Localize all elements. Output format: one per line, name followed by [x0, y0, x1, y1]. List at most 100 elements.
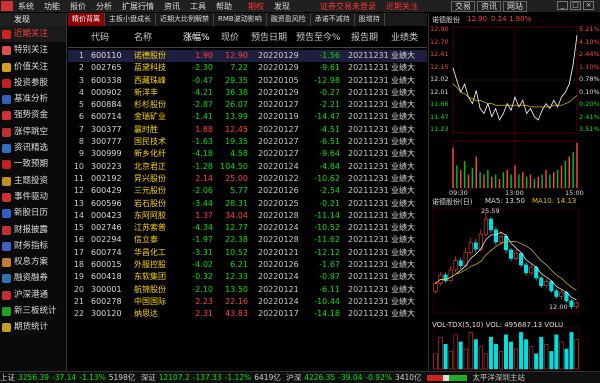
table-row[interactable]: 20 300001 航锦股份 -2.10 13.50 20220121 -6.11 20211… [68, 284, 427, 296]
tab-price-divergence[interactable]: 精价背离 [68, 13, 105, 26]
table-row[interactable]: 13 600596 岩石股份 -3.44 28.31 20220125 -0.21 20211… [68, 198, 427, 210]
sidebar-item[interactable]: 近期关注 [0, 26, 66, 43]
col-report-period[interactable]: 报告期 [351, 29, 378, 48]
cell-pct: -1.28 [192, 161, 213, 171]
sidebar-item[interactable]: 一致预期 [0, 156, 66, 172]
intraday-chart[interactable] [429, 23, 600, 203]
table-row[interactable]: 10 300223 北京君正 -1.28 104.50 20220124 -4.84 2021… [68, 161, 427, 173]
sidebar-item[interactable]: 新三板统计 [0, 303, 66, 319]
menu-item-quote[interactable]: 报价 [65, 1, 91, 12]
cell-pct: -3.44 [192, 198, 213, 208]
cell-idx: 19 [73, 272, 84, 282]
menu-item-analysis[interactable]: 分析 [91, 1, 117, 12]
table-row[interactable]: 17 600774 华昌化工 -3.31 10.52 20220121 -12.12 2021… [68, 247, 427, 259]
candle-body [488, 218, 493, 231]
table-row[interactable]: 22 300120 纳思达 2.31 43.83 20220117 -14.18 202112… [68, 308, 427, 320]
news-button[interactable]: 资讯 [477, 0, 501, 12]
minimize-button[interactable]: _ [557, 1, 568, 10]
sidebar-item[interactable]: 主题投资 [0, 173, 66, 189]
daily-kline-chart[interactable] [429, 205, 600, 373]
sidebar-item[interactable]: 强势资金 [0, 107, 66, 123]
table-row[interactable]: 15 002746 江苏索普 -4.34 12.77 20220124 -10.52 2021… [68, 222, 427, 234]
table-row[interactable]: 9 300999 新乡化纤 -4.18 4.58 20220127 -9.64 2021123… [68, 148, 427, 160]
table-row[interactable]: 14 000423 东阿阿胶 1.37 34.04 20220128 -11.14 20211… [68, 210, 427, 222]
tab-no-reduce[interactable]: 承诺不减持 [311, 13, 355, 26]
sidebar-item-icon [2, 241, 11, 251]
sidebar-item[interactable]: 涨停跳空 [0, 124, 66, 140]
table-row[interactable]: 21 600278 中国国际 2.23 22.16 20220124 -10.44 20211… [68, 296, 427, 308]
sidebar-item[interactable]: 新股日历 [0, 205, 66, 221]
col-performance-type[interactable]: 业绩类 [391, 29, 418, 48]
cell-name: 诺德股份 [134, 51, 166, 60]
col-price[interactable]: 现价 [221, 29, 239, 48]
table-row[interactable]: 5 600884 杉杉股份 -2.87 26.07 20220127 -2.21 202112… [68, 99, 427, 111]
menu-item-news[interactable]: 资讯 [159, 1, 185, 12]
sh-change: -37.14 [52, 373, 77, 382]
volume-bar [433, 353, 438, 370]
sidebar-item[interactable]: 基准分析 [0, 91, 66, 107]
sz-amount: 6419亿 [254, 373, 281, 382]
cell-pct: 1.88 [195, 124, 213, 134]
tab-rmb[interactable]: RMB波动影响 [214, 13, 267, 26]
table-row[interactable]: 8 300777 国民技术 -1.63 19.35 20220127 -6.51 202112… [68, 136, 427, 148]
tab-margin-risk[interactable]: 融资盈风险 [267, 13, 311, 26]
sidebar-item[interactable]: 期货统计 [0, 319, 66, 335]
sidebar-item[interactable]: 财报披露 [0, 222, 66, 238]
col-forecast-date[interactable]: 预告日期 [251, 29, 287, 48]
col-forecast-change[interactable]: 预告至今% [296, 29, 341, 48]
tab-small-cap-growth[interactable]: 主板小盘成长 [105, 13, 156, 26]
sidebar-item[interactable]: 资讯精选 [0, 140, 66, 156]
menu-item-system[interactable]: 系统 [13, 1, 39, 12]
sidebar-item[interactable]: 价值关注 [0, 59, 66, 75]
table-row[interactable]: 12 600429 三元股份 -2.06 5.77 20220126 -2.54 202112… [68, 185, 427, 197]
table-row[interactable]: 1 600110 诺德股份 1.90 12.90 20220129 -1.56 2021123… [68, 50, 427, 63]
col-pct[interactable]: 涨幅% [183, 29, 210, 48]
sidebar-item[interactable]: 融资融券 [0, 270, 66, 286]
cell-code: 002294 [91, 235, 122, 245]
app-window: 系统 功能 报价 分析 扩展行情 资讯 工具 帮助 期权 发现 证券交易未登录 … [0, 0, 600, 383]
col-code[interactable]: 代码 [91, 29, 109, 48]
menu-find-link[interactable]: 发现 [269, 1, 295, 12]
menu-options-link[interactable]: 期权 [243, 1, 269, 12]
table-row[interactable]: 11 002192 昇兴股份 2.14 25.00 20220122 -10.62 20211… [68, 173, 427, 185]
table-row[interactable]: 18 600015 外服控股 -4.02 6.21 20220126 -1.67 202112… [68, 259, 427, 271]
cell-pct: -4.34 [192, 223, 213, 233]
sidebar-item-icon [2, 111, 11, 121]
table-row[interactable]: 7 300377 赢时胜 1.88 12.45 20220127 -4.51 20211231… [68, 124, 427, 136]
website-button[interactable]: 网站 [503, 0, 527, 12]
col-name[interactable]: 名称 [134, 29, 152, 48]
table-row[interactable]: 16 002294 信立泰 -1.97 22.38 20220128 -11.62 20211… [68, 234, 427, 246]
candle-body [458, 260, 463, 266]
sidebar-item[interactable]: 财务指标 [0, 238, 66, 254]
cell-to: -6.11 [319, 284, 340, 294]
price-tick: 12.70 [430, 37, 449, 46]
tab-increase[interactable]: 股增持 [355, 13, 385, 26]
menu-item-help[interactable]: 帮助 [211, 1, 237, 12]
cell-name: 杉杉股份 [134, 100, 166, 110]
sidebar-item[interactable]: 投资参股 [0, 75, 66, 91]
table-row[interactable]: 4 000902 新洋丰 -4.21 36.38 20220129 -0.27 2021123… [68, 87, 427, 99]
table-row[interactable]: 3 600338 西藏珠峰 -0.47 29.35 20220105 -12.98 20211… [68, 75, 427, 87]
tab-unlock[interactable]: 近期大比例解禁 [156, 13, 214, 26]
sidebar-item[interactable]: 权息方案 [0, 254, 66, 270]
sz-label: 深证 [140, 373, 156, 382]
chart-panel: 诺德股份 12.90 0.24 1.90% 12.90 12.70 12.41 12.… [428, 13, 600, 381]
hs-pct: -0.92% [365, 373, 392, 382]
menu-item-ext-quote[interactable]: 扩展行情 [117, 1, 159, 12]
cell-code: 300120 [91, 309, 122, 319]
table-row[interactable]: 19 600418 东软集团 -0.32 12.33 20220124 -0.97 20211… [68, 271, 427, 283]
menu-item-function[interactable]: 功能 [39, 1, 65, 12]
sidebar-item[interactable]: 事件驱动 [0, 189, 66, 205]
volume-bar [478, 346, 483, 370]
cell-date: 20220127 [258, 149, 299, 159]
sidebar-item[interactable]: 特别关注 [0, 42, 66, 58]
cell-idx: 3 [78, 75, 84, 85]
table-row[interactable]: 6 600714 金瑞矿业 -1.41 13.99 20220119 -14.47 20211… [68, 111, 427, 123]
close-button[interactable]: × [583, 1, 594, 10]
maximize-button[interactable]: □ [570, 1, 581, 10]
sidebar-item[interactable]: 沪深港通 [0, 287, 66, 303]
menu-item-tools[interactable]: 工具 [185, 1, 211, 12]
table-row[interactable]: 2 002765 蓝黛科技 -2.30 7.22 20220129 -9.61 2021123… [68, 62, 427, 74]
trade-button[interactable]: 交易 [451, 0, 475, 12]
cell-report: 20211231 [348, 124, 389, 134]
